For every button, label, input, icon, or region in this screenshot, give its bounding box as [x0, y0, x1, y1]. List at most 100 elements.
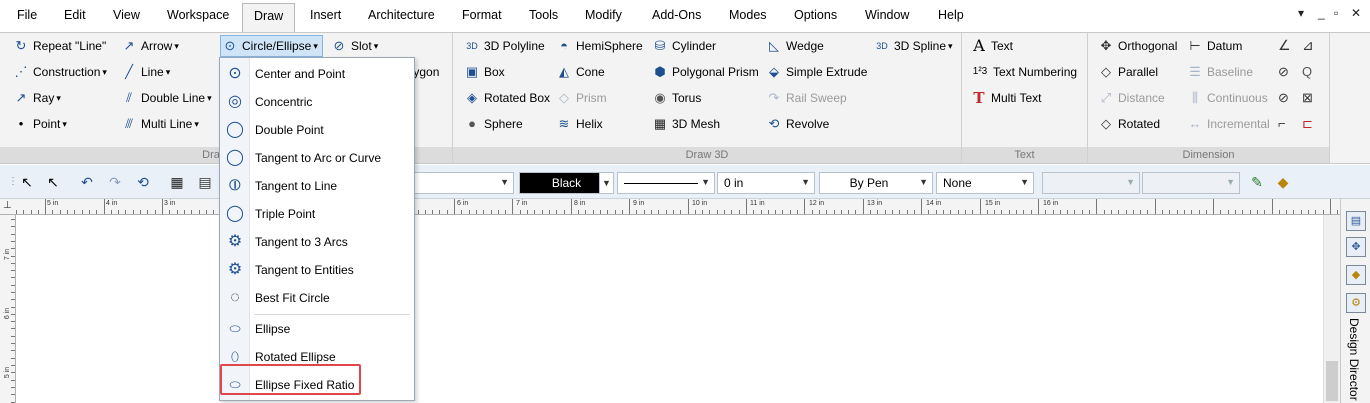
- ribbon-collapse-icon[interactable]: ▾: [1298, 6, 1304, 20]
- hemisphere-button[interactable]: ◓ HemiSphere: [555, 35, 643, 57]
- close-icon[interactable]: ✕: [1351, 6, 1361, 20]
- menu-view[interactable]: View: [113, 8, 140, 22]
- multi-line-button[interactable]: ⫻ Multi Line: [120, 113, 199, 135]
- menu-item-ellipse[interactable]: ⬭ Ellipse: [220, 315, 414, 343]
- menu-workspace[interactable]: Workspace: [167, 8, 229, 22]
- revolve-button[interactable]: ⟲ Revolve: [765, 113, 830, 135]
- color-combo[interactable]: Black ▼: [519, 172, 614, 194]
- helix-button[interactable]: ≋ Helix: [555, 113, 603, 135]
- 3d-mesh-button[interactable]: ▦ 3D Mesh: [651, 113, 720, 135]
- box-button[interactable]: ▣ Box: [463, 61, 505, 83]
- ray-button[interactable]: ↗ Ray: [12, 87, 61, 109]
- menu-item-triple-point[interactable]: ◯ Triple Point: [220, 200, 414, 228]
- table-icon[interactable]: ▦: [168, 174, 186, 190]
- polygonal-prism-button[interactable]: ⬢ Polygonal Prism: [651, 61, 758, 83]
- menu-item-tangent-to-3-arcs[interactable]: ⚙ Tangent to 3 Arcs: [220, 228, 414, 256]
- panel-gear-icon[interactable]: ⚙: [1346, 293, 1366, 313]
- text-button[interactable]: A Text: [970, 35, 1013, 57]
- scrollbar-thumb[interactable]: [1326, 361, 1338, 401]
- leader-icon[interactable]: ⊿: [1302, 37, 1314, 54]
- menu-window[interactable]: Window: [865, 8, 909, 22]
- 3d-polyline-button[interactable]: 3D 3D Polyline: [463, 35, 544, 57]
- tolerance-icon[interactable]: ⊏: [1302, 116, 1313, 132]
- construction-button[interactable]: ⋰ Construction: [12, 61, 107, 83]
- datum-button[interactable]: ⊢ Datum: [1186, 35, 1242, 57]
- menu-item-double-point[interactable]: ◯ Double Point: [220, 116, 414, 144]
- undo-icon[interactable]: ↶: [78, 174, 96, 190]
- menu-item-tangent-to-arc[interactable]: ◯ Tangent to Arc or Curve: [220, 144, 414, 172]
- empty-combo-2[interactable]: ▼: [1142, 172, 1240, 194]
- fill-combo[interactable]: None ▼: [936, 172, 1034, 194]
- menu-help[interactable]: Help: [938, 8, 964, 22]
- menu-add-ons[interactable]: Add-Ons: [652, 8, 701, 22]
- menu-modify[interactable]: Modify: [585, 8, 622, 22]
- rail-sweep-button[interactable]: ↷ Rail Sweep: [765, 87, 847, 109]
- vertical-scrollbar[interactable]: [1323, 215, 1340, 403]
- line-width-combo[interactable]: 0 in ▼: [717, 172, 815, 194]
- incremental-button[interactable]: ↔ Incremental: [1186, 113, 1270, 135]
- simple-extrude-button[interactable]: ⬙ Simple Extrude: [765, 61, 867, 83]
- menu-insert[interactable]: Insert: [310, 8, 341, 22]
- arc-length-icon[interactable]: ⌐: [1278, 116, 1286, 131]
- 3d-spline-button[interactable]: 3D 3D Spline: [873, 35, 953, 57]
- diameter-icon[interactable]: ⊘: [1278, 90, 1289, 106]
- eyedropper-icon[interactable]: ✎: [1248, 174, 1266, 190]
- menu-format[interactable]: Format: [462, 8, 502, 22]
- distance-button[interactable]: ⤢ Distance: [1097, 87, 1165, 109]
- polygon-button[interactable]: Polygon: [412, 61, 452, 83]
- select-cursor-icon[interactable]: ↖: [18, 174, 36, 190]
- refresh-icon[interactable]: ⟲: [134, 174, 152, 190]
- point-button[interactable]: • Point: [12, 113, 67, 135]
- layers-icon[interactable]: ▤: [196, 174, 214, 190]
- empty-combo-1[interactable]: ▼: [1042, 172, 1140, 194]
- circle-ellipse-button[interactable]: ⊙ Circle/Ellipse: [220, 35, 323, 57]
- layer-combo[interactable]: ▼: [414, 172, 514, 194]
- pen-combo[interactable]: By Pen ▼: [819, 172, 933, 194]
- quick-dimension-icon[interactable]: Q: [1302, 64, 1312, 79]
- parallel-button[interactable]: ◇ Parallel: [1097, 61, 1158, 83]
- radius-icon[interactable]: ⊘: [1278, 64, 1289, 80]
- cylinder-button[interactable]: ⛁ Cylinder: [651, 35, 716, 57]
- continuous-button[interactable]: ⫼ Continuous: [1186, 87, 1268, 109]
- menu-edit[interactable]: Edit: [64, 8, 86, 22]
- menu-draw[interactable]: Draw: [242, 3, 295, 33]
- rotated-box-button[interactable]: ◈ Rotated Box: [463, 87, 550, 109]
- menu-modes[interactable]: Modes: [729, 8, 767, 22]
- multi-text-button[interactable]: T Multi Text: [970, 87, 1041, 109]
- menu-file[interactable]: File: [17, 8, 37, 22]
- drawing-canvas[interactable]: [17, 216, 1323, 403]
- torus-button[interactable]: ◉ Torus: [651, 87, 701, 109]
- angular-dimension-icon[interactable]: ∠: [1278, 37, 1291, 54]
- menu-item-best-fit-circle[interactable]: ◌ Best Fit Circle: [220, 284, 414, 312]
- prism-button[interactable]: ◇ Prism: [555, 87, 607, 109]
- menu-item-tangent-to-entities[interactable]: ⚙ Tangent to Entities: [220, 256, 414, 284]
- rotated-button[interactable]: ◇ Rotated: [1097, 113, 1160, 135]
- panel-properties-icon[interactable]: ▤: [1346, 211, 1366, 231]
- menu-item-tangent-to-line[interactable]: ⦶ Tangent to Line: [220, 172, 414, 200]
- wedge-button[interactable]: ◺ Wedge: [765, 35, 824, 57]
- baseline-button[interactable]: ☰ Baseline: [1186, 61, 1253, 83]
- panel-selector-icon[interactable]: ✥: [1346, 237, 1366, 257]
- double-line-button[interactable]: ⫽ Double Line: [120, 87, 212, 109]
- orthogonal-button[interactable]: ✥ Orthogonal: [1097, 35, 1178, 57]
- menu-item-concentric[interactable]: ◎ Concentric: [220, 88, 414, 116]
- redo-icon[interactable]: ↷: [106, 174, 124, 190]
- arrow-button[interactable]: ↗ Arrow: [120, 35, 179, 57]
- cone-button[interactable]: ◭ Cone: [555, 61, 605, 83]
- menu-options[interactable]: Options: [794, 8, 837, 22]
- panel-cube-icon[interactable]: ◆: [1346, 265, 1366, 285]
- design-director-label[interactable]: Design Director: [1347, 318, 1361, 401]
- minimize-icon[interactable]: _: [1318, 6, 1325, 20]
- menu-item-center-and-point[interactable]: ⊙ Center and Point: [220, 60, 414, 88]
- area-icon[interactable]: ⊠: [1302, 90, 1313, 106]
- menu-tools[interactable]: Tools: [529, 8, 558, 22]
- line-button[interactable]: ╱ Line: [120, 61, 170, 83]
- repeat-line-button[interactable]: ↻ Repeat "Line": [12, 35, 107, 57]
- restore-icon[interactable]: ▫: [1334, 6, 1338, 20]
- sphere-button[interactable]: ● Sphere: [463, 113, 523, 135]
- slot-button[interactable]: ⊘ Slot: [330, 35, 378, 57]
- edit-tool-icon[interactable]: ↖: [44, 174, 62, 190]
- paint-bucket-icon[interactable]: ◆: [1274, 174, 1292, 190]
- menu-architecture[interactable]: Architecture: [368, 8, 435, 22]
- text-numbering-button[interactable]: 1²3 Text Numbering: [970, 61, 1077, 83]
